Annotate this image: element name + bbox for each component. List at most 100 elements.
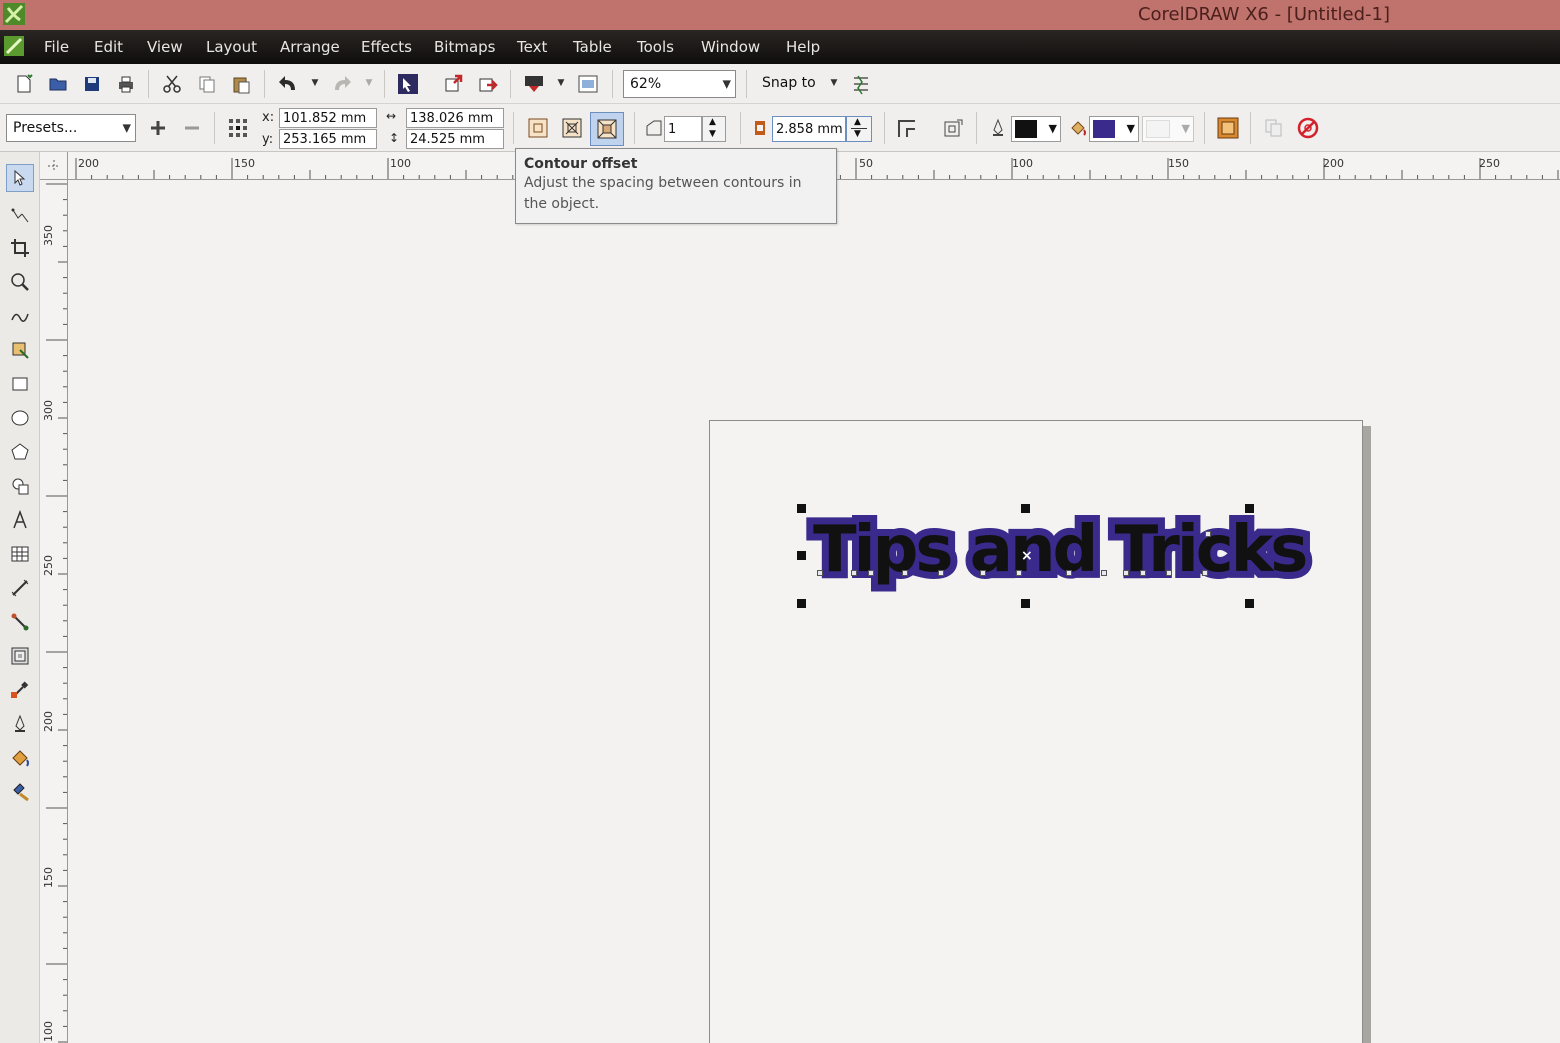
- redo-dropdown-icon[interactable]: ▼: [364, 78, 374, 88]
- copy-contour-properties-icon[interactable]: [1262, 116, 1286, 140]
- text-node[interactable]: [1205, 531, 1211, 537]
- clear-contour-icon[interactable]: [1296, 116, 1320, 140]
- selection-handle-top-center[interactable]: [1021, 504, 1030, 513]
- text-node[interactable]: [851, 570, 857, 576]
- snap-to-button[interactable]: Snap to: [762, 75, 816, 91]
- outside-contour-button[interactable]: [590, 112, 624, 146]
- object-origin-icon[interactable]: [226, 116, 250, 140]
- interactive-effects-tool-icon[interactable]: [6, 642, 34, 670]
- text-node[interactable]: [902, 570, 908, 576]
- polygon-tool-icon[interactable]: [6, 438, 34, 466]
- cut-icon[interactable]: [160, 72, 184, 96]
- acceleration-color-picker[interactable]: ▼: [1142, 116, 1194, 142]
- undo-dropdown-icon[interactable]: ▼: [310, 78, 320, 88]
- remove-preset-icon[interactable]: [180, 116, 204, 140]
- spin-down-icon[interactable]: ▼: [709, 129, 716, 139]
- connector-tool-icon[interactable]: [6, 608, 34, 636]
- text-tool-icon[interactable]: [6, 506, 34, 534]
- contour-to-center-icon[interactable]: [526, 116, 550, 140]
- menu-tools[interactable]: Tools: [637, 38, 674, 56]
- selection-handle-bottom-center[interactable]: [1021, 599, 1030, 608]
- menu-edit[interactable]: Edit: [94, 38, 123, 56]
- freehand-tool-icon[interactable]: [6, 302, 34, 330]
- menu-text[interactable]: Text: [517, 38, 547, 56]
- selection-handle-middle-left[interactable]: [797, 551, 806, 560]
- options-icon[interactable]: [849, 72, 873, 96]
- table-tool-icon[interactable]: [6, 540, 34, 568]
- new-document-icon[interactable]: [12, 72, 36, 96]
- selection-handle-bottom-left[interactable]: [797, 599, 806, 608]
- application-launcher-icon[interactable]: [576, 72, 600, 96]
- x-position-field[interactable]: 101.852 mm: [279, 108, 377, 128]
- menu-help[interactable]: Help: [786, 38, 820, 56]
- add-preset-icon[interactable]: [146, 116, 170, 140]
- selection-handle-top-left[interactable]: [797, 504, 806, 513]
- text-node[interactable]: [1066, 570, 1072, 576]
- height-field[interactable]: 24.525 mm: [406, 129, 504, 149]
- publish-dropdown-icon[interactable]: ▼: [556, 78, 566, 88]
- contour-acceleration-icon[interactable]: [1216, 116, 1240, 140]
- spin-up-icon[interactable]: ▲: [709, 117, 716, 127]
- contour-color-direction-icon[interactable]: [942, 116, 966, 140]
- ellipse-tool-icon[interactable]: [6, 404, 34, 432]
- basic-shapes-tool-icon[interactable]: [6, 472, 34, 500]
- spin-down-icon[interactable]: ▼: [854, 129, 861, 139]
- snap-dropdown-icon[interactable]: ▼: [829, 78, 839, 88]
- fill-tool-icon[interactable]: [6, 744, 34, 772]
- contour-corners-icon[interactable]: [896, 116, 920, 140]
- presets-select[interactable]: Presets... ▼: [6, 114, 136, 142]
- crop-tool-icon[interactable]: [6, 234, 34, 262]
- open-folder-icon[interactable]: [46, 72, 70, 96]
- selection-handle-middle-right[interactable]: [1245, 551, 1254, 560]
- text-node[interactable]: [980, 570, 986, 576]
- undo-icon[interactable]: [276, 72, 300, 96]
- fill-color-picker[interactable]: ▼: [1089, 116, 1139, 142]
- text-node[interactable]: [868, 570, 874, 576]
- y-position-field[interactable]: 253.165 mm: [279, 129, 377, 149]
- text-node[interactable]: [1140, 570, 1146, 576]
- width-field[interactable]: 138.026 mm: [406, 108, 504, 128]
- zoom-level-select[interactable]: 62% ▼: [623, 70, 736, 98]
- interactive-fill-tool-icon[interactable]: [6, 778, 34, 806]
- rectangle-tool-icon[interactable]: [6, 370, 34, 398]
- save-icon[interactable]: [80, 72, 104, 96]
- search-content-icon[interactable]: [396, 72, 420, 96]
- inside-contour-icon[interactable]: [560, 116, 584, 140]
- spin-up-icon[interactable]: ▲: [854, 117, 861, 127]
- eyedropper-tool-icon[interactable]: [6, 676, 34, 704]
- contour-steps-spinner[interactable]: ▲ ▼: [702, 116, 726, 142]
- publish-pdf-icon[interactable]: [522, 72, 546, 96]
- print-icon[interactable]: [114, 72, 138, 96]
- shape-tool-icon[interactable]: [6, 200, 34, 228]
- contour-steps-field[interactable]: 1: [664, 116, 702, 142]
- menu-window[interactable]: Window: [701, 38, 760, 56]
- paste-icon[interactable]: [229, 72, 253, 96]
- outline-tool-icon[interactable]: [6, 710, 34, 738]
- text-node[interactable]: [817, 570, 823, 576]
- smart-fill-tool-icon[interactable]: [6, 336, 34, 364]
- menu-layout[interactable]: Layout: [206, 38, 257, 56]
- text-node[interactable]: [938, 570, 944, 576]
- ruler-origin[interactable]: [40, 152, 68, 180]
- selection-handle-top-right[interactable]: [1245, 504, 1254, 513]
- menu-effects[interactable]: Effects: [361, 38, 412, 56]
- text-node[interactable]: [1101, 570, 1107, 576]
- contour-offset-field[interactable]: 2.858 mm: [772, 116, 846, 142]
- contour-offset-spinner[interactable]: ▲ ▼: [846, 116, 872, 142]
- zoom-tool-icon[interactable]: [6, 268, 34, 296]
- import-icon[interactable]: [442, 72, 466, 96]
- copy-icon[interactable]: [195, 72, 219, 96]
- menu-arrange[interactable]: Arrange: [280, 38, 340, 56]
- redo-icon[interactable]: [330, 72, 354, 96]
- selection-handle-bottom-right[interactable]: [1245, 599, 1254, 608]
- vertical-ruler[interactable]: 350 300 250 200 150 100: [40, 180, 68, 1043]
- menu-file[interactable]: File: [44, 38, 69, 56]
- text-node[interactable]: [1016, 570, 1022, 576]
- document-menu-icon[interactable]: [3, 35, 25, 57]
- menu-table[interactable]: Table: [573, 38, 612, 56]
- text-node[interactable]: [1123, 570, 1129, 576]
- text-node[interactable]: [1166, 570, 1172, 576]
- drawing-canvas[interactable]: Tips and Tricks Tips and Tricks ×: [68, 180, 1560, 1043]
- pick-tool-icon[interactable]: [6, 164, 34, 192]
- menu-view[interactable]: View: [147, 38, 183, 56]
